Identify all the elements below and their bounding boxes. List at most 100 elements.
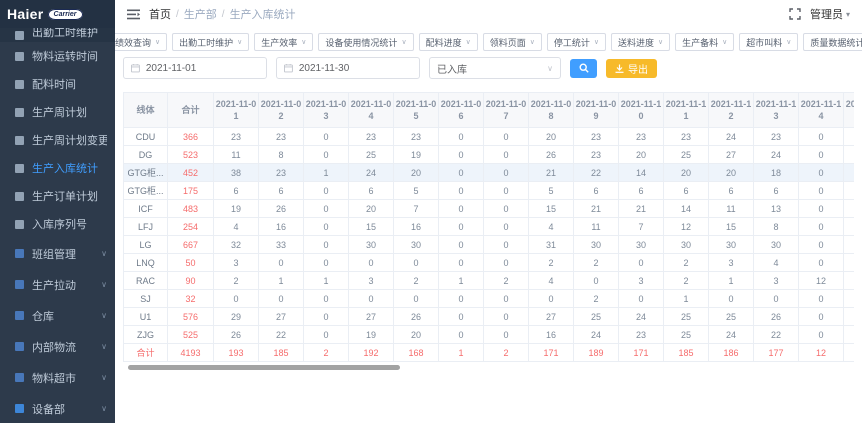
cell-value: 3 <box>349 272 394 290</box>
tab-chip[interactable]: 配料进度∨ <box>419 33 478 51</box>
sidebar-item[interactable]: 配料时间 <box>0 70 115 98</box>
tab-chip[interactable]: 领料页面∨ <box>483 33 542 51</box>
cell-value: 16 <box>259 218 304 236</box>
cell-value: 0 <box>439 308 484 326</box>
horizontal-scrollbar-thumb[interactable] <box>128 365 400 370</box>
cell-total: 483 <box>168 200 214 218</box>
col-header-line: 线体 <box>124 93 168 128</box>
username: 管理员 <box>810 6 843 22</box>
col-header-date: 2021-11-07 <box>484 93 529 128</box>
cell-value: 23 <box>394 128 439 146</box>
cell-value: 23 <box>664 128 709 146</box>
date-line2: 1 <box>215 110 257 122</box>
sidebar-item[interactable]: 出勤工时维护 <box>0 28 115 42</box>
breadcrumb-item[interactable]: 生产部 <box>184 6 217 22</box>
date-line1: 2021-11-1 <box>710 98 752 110</box>
sidebar-item[interactable]: 设备部∨ <box>0 393 115 423</box>
haier-logo: Haier <box>7 6 44 22</box>
sidebar-item[interactable]: 生产周计划变更履历 <box>0 126 115 154</box>
cell-value <box>844 254 855 272</box>
end-date-field[interactable] <box>276 57 420 79</box>
cell-line: GTG柜... <box>124 182 168 200</box>
cell-value: 11 <box>214 146 259 164</box>
cell-value <box>844 218 855 236</box>
date-line1: 2021-11-0 <box>575 98 617 110</box>
cell-value: 23 <box>259 128 304 146</box>
search-button[interactable] <box>570 59 597 78</box>
date-line1: 2021-11-1 <box>665 98 707 110</box>
cell-value: 0 <box>484 326 529 344</box>
cell-value: 0 <box>304 182 349 200</box>
status-select[interactable]: 已入库 ∨ <box>429 57 561 79</box>
sidebar-item[interactable]: 生产周计划 <box>0 98 115 126</box>
date-line1: 2021-11-1 <box>755 98 797 110</box>
cell-value: 8 <box>259 146 304 164</box>
cell-value: 30 <box>574 236 619 254</box>
cell-value: 24 <box>754 146 799 164</box>
sidebar-item[interactable]: 生产订单计划 <box>0 182 115 210</box>
cell-value: 25 <box>574 308 619 326</box>
cell-value: 11 <box>574 218 619 236</box>
cell-value: 5 <box>529 182 574 200</box>
user-menu[interactable]: 管理员 ▾ <box>810 6 850 22</box>
breadcrumb-separator: / <box>176 9 179 20</box>
cell-value: 0 <box>799 200 844 218</box>
start-date-input[interactable] <box>146 63 259 74</box>
calendar-icon <box>131 63 140 73</box>
cell-value <box>844 200 855 218</box>
col-header-date: 2021-11-03 <box>304 93 349 128</box>
sidebar-items: 物料运转时间配料时间生产周计划生产周计划变更履历生产入库统计生产订单计划入库序列… <box>0 42 115 423</box>
breadcrumb-item[interactable]: 生产入库统计 <box>230 6 296 22</box>
sidebar-item[interactable]: 内部物流∨ <box>0 331 115 362</box>
sidebar-item[interactable]: 入库序列号 <box>0 210 115 238</box>
tab-label: 生产效率 <box>261 36 297 49</box>
tab-chip[interactable]: 生产效率∨ <box>254 33 313 51</box>
sidebar-item-label: 内部物流 <box>32 339 76 355</box>
hamburger-icon[interactable] <box>127 9 140 20</box>
cell-value: 6 <box>574 182 619 200</box>
sidebar-item[interactable]: 物料超市∨ <box>0 362 115 393</box>
tab-chip[interactable]: 质量数据统计∨ <box>803 33 862 51</box>
tab-chip[interactable]: 出勤工时维护∨ <box>172 33 249 51</box>
breadcrumb-item[interactable]: 首页 <box>149 6 171 22</box>
cell-value: 20 <box>664 164 709 182</box>
col-header-date: 2021-11-09 <box>574 93 619 128</box>
cell-value: 6 <box>259 182 304 200</box>
cell-line: ICF <box>124 200 168 218</box>
sidebar-item[interactable]: 物料运转时间 <box>0 42 115 70</box>
sidebar-item[interactable]: 仓库∨ <box>0 300 115 331</box>
sidebar-item[interactable]: 生产入库统计 <box>0 154 115 182</box>
end-date-input[interactable] <box>299 63 412 74</box>
tab-chip[interactable]: 设备使用情况统计∨ <box>318 33 413 51</box>
tab-chip[interactable]: 停工统计∨ <box>547 33 606 51</box>
chevron-down-icon: ∨ <box>155 38 160 46</box>
date-line2: 2 <box>260 110 302 122</box>
cell-value: 0 <box>304 236 349 254</box>
calendar-icon <box>284 63 293 73</box>
sidebar-item[interactable]: 班组管理∨ <box>0 238 115 269</box>
tab-chip[interactable]: 送料进度∨ <box>611 33 670 51</box>
cell-value: 0 <box>799 254 844 272</box>
export-button[interactable]: 导出 <box>606 59 657 78</box>
date-line1: 2021-11-0 <box>260 98 302 110</box>
col-header-date: 2021-11-01 <box>214 93 259 128</box>
sidebar-item[interactable]: 生产拉动∨ <box>0 269 115 300</box>
cell-value: 0 <box>439 146 484 164</box>
tab-chip[interactable]: 生产备料∨ <box>675 33 734 51</box>
fullscreen-icon[interactable] <box>789 8 801 20</box>
tab-label: 配料进度 <box>426 36 462 49</box>
cell-value: 0 <box>619 290 664 308</box>
cell-value: 14 <box>664 200 709 218</box>
cell-value: 26 <box>214 326 259 344</box>
cell-value: 20 <box>529 128 574 146</box>
breadcrumb-separator: / <box>222 9 225 20</box>
doc-icon <box>15 52 24 61</box>
start-date-field[interactable] <box>123 57 267 79</box>
cell-line: LG <box>124 236 168 254</box>
cell-value: 5 <box>394 182 439 200</box>
sidebar-item-label: 生产拉动 <box>32 277 76 293</box>
tab-chip[interactable]: 绩效查询∨ <box>115 33 167 51</box>
date-line2: 6 <box>440 110 482 122</box>
col-header-date: 2021-11-11 <box>664 93 709 128</box>
tab-chip[interactable]: 超市叫料∨ <box>739 33 798 51</box>
